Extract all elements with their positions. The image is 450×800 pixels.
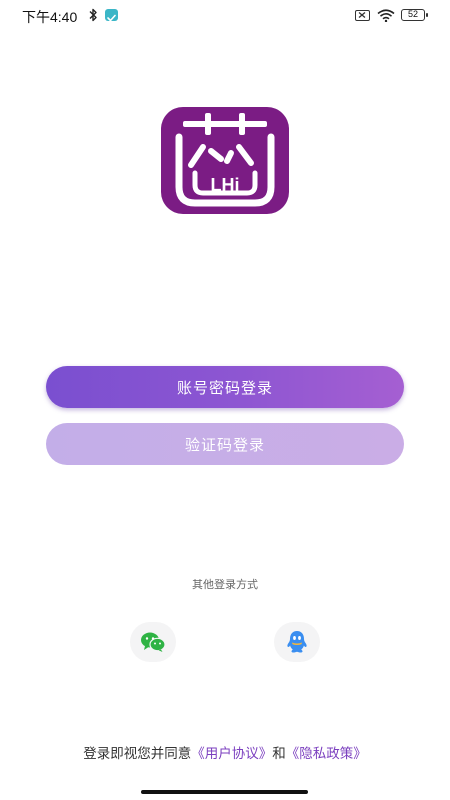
wechat-login-button[interactable]: [130, 622, 176, 662]
app-logo: LHi: [161, 107, 289, 214]
qq-login-button[interactable]: [274, 622, 320, 662]
bluetooth-icon: [89, 8, 97, 22]
password-login-label: 账号密码登录: [176, 378, 273, 397]
status-time: 下午4:40: [22, 9, 78, 25]
other-login-label: 其他登录方式: [192, 578, 258, 591]
agreement-conjunction: 和: [272, 746, 286, 762]
code-login-label: 验证码登录: [184, 435, 265, 454]
home-indicator[interactable]: [141, 790, 308, 794]
qq-icon: [287, 631, 307, 653]
agreement-text: 登录即视您并同意《用户协议》和《隐私政策》: [0, 742, 450, 762]
sim-icon: [355, 10, 370, 21]
wifi-icon: [377, 9, 395, 22]
battery-level: 52: [407, 9, 418, 19]
logo-text: LHi: [211, 175, 240, 195]
privacy-policy-link[interactable]: 《隐私政策》: [286, 746, 367, 762]
user-agreement-link[interactable]: 《用户协议》: [191, 746, 272, 762]
wechat-icon: [141, 632, 166, 652]
check-badge-icon: [105, 9, 118, 22]
status-bar: 下午4:40 52: [0, 0, 450, 30]
battery-icon: 52: [401, 9, 428, 21]
password-login-button[interactable]: 账号密码登录: [46, 366, 404, 408]
agreement-prefix: 登录即视您并同意: [83, 746, 192, 762]
code-login-button[interactable]: 验证码登录: [46, 423, 404, 465]
